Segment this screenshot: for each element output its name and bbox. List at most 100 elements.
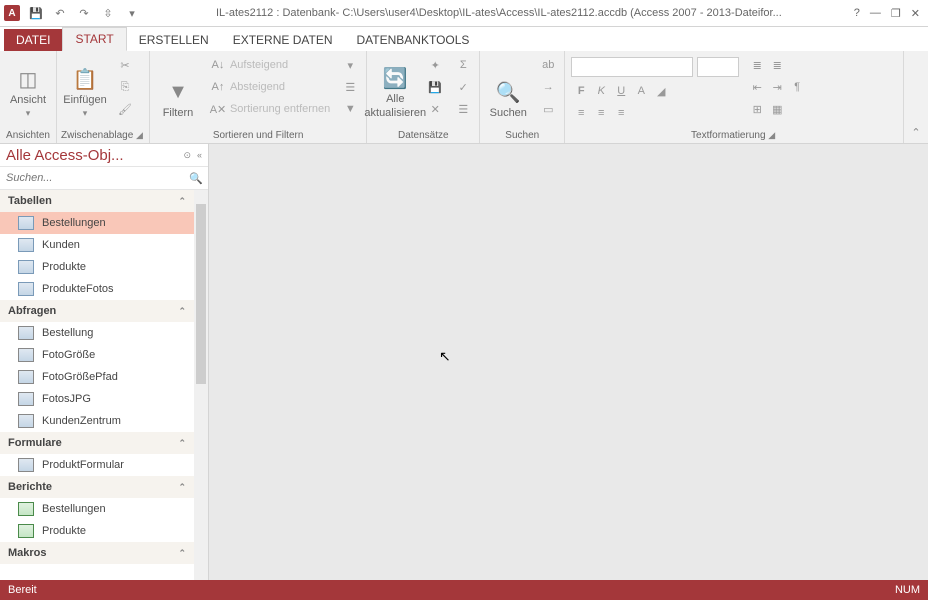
collapse-icon: ⌃ — [178, 548, 186, 559]
touch-mode-icon[interactable]: ⇳ — [100, 5, 116, 21]
toggle-filter-button[interactable]: ▼ — [338, 99, 362, 119]
font-size-combo[interactable] — [697, 57, 739, 77]
bold-icon[interactable]: F — [573, 83, 589, 99]
save-icon[interactable]: 💾 — [28, 5, 44, 21]
nav-item[interactable]: ProdukteFotos — [0, 278, 194, 300]
select-button[interactable]: ▭ — [536, 99, 560, 119]
object-icon — [18, 282, 34, 296]
suchen-button[interactable]: 🔍 Suchen — [484, 53, 532, 119]
alle-label: Alle — [386, 93, 404, 105]
more-records-button[interactable]: ☰ — [451, 99, 475, 119]
cut-button[interactable]: ✂ — [113, 55, 137, 75]
undo-icon[interactable]: ↶ — [52, 5, 68, 21]
restore-icon[interactable]: ❐ — [891, 7, 901, 20]
align-right-icon[interactable]: ≡ — [613, 105, 629, 121]
einfuegen-button[interactable]: 📋 Einfügen ▾ — [61, 53, 109, 119]
filtern-label: Filtern — [163, 107, 194, 119]
goto-button[interactable]: → — [536, 77, 560, 97]
group-label-datensaetze: Datensätze — [371, 128, 475, 143]
align-center-icon[interactable]: ≡ — [593, 105, 609, 121]
object-icon — [18, 502, 34, 516]
qat-dropdown-icon[interactable]: ▾ — [124, 5, 140, 21]
dialog-launcher-icon[interactable]: ◢ — [136, 130, 145, 140]
tab-file[interactable]: DATEI — [4, 29, 62, 51]
nav-item[interactable]: FotosJPG — [0, 388, 194, 410]
group-label-sortfilter: Sortieren und Filtern — [154, 128, 362, 143]
collapse-ribbon-button[interactable]: ⌃ — [904, 51, 928, 143]
nav-item[interactable]: ProduktFormular — [0, 454, 194, 476]
nav-category[interactable]: Abfragen⌃ — [0, 300, 194, 322]
totals-button[interactable]: Σ — [451, 55, 475, 75]
delete-record-button[interactable]: ✕ — [423, 99, 447, 119]
alt-row-color-icon[interactable]: ▦ — [769, 101, 785, 117]
group-zwischenablage: 📋 Einfügen ▾ ✂ ⎘ 🖌 Zwischenablage ◢ — [57, 51, 150, 143]
absteigend-button[interactable]: A↑Absteigend — [206, 77, 334, 97]
collapse-icon: ⌃ — [178, 482, 186, 493]
filtern-button[interactable]: ▼ Filtern — [154, 53, 202, 119]
aufsteigend-button[interactable]: A↓Aufsteigend — [206, 55, 334, 75]
status-bar: Bereit NUM — [0, 580, 928, 600]
nav-item[interactable]: FotoGrößePfad — [0, 366, 194, 388]
ltr-icon[interactable]: ¶ — [789, 79, 805, 95]
sortierung-entfernen-button[interactable]: A✕Sortierung entfernen — [206, 99, 334, 119]
fill-color-icon[interactable]: ◢ — [653, 83, 669, 99]
select-icon: ▭ — [540, 101, 556, 117]
font-color-icon[interactable]: A — [633, 83, 649, 99]
help-icon[interactable]: ? — [854, 7, 860, 20]
nav-scrollbar[interactable] — [194, 190, 208, 580]
navigation-pane: Alle Access-Obj... ⊙ « 🔍 Tabellen⌃Bestel… — [0, 144, 209, 580]
advanced-filter-button[interactable]: ☰ — [338, 77, 362, 97]
tab-externe-daten[interactable]: EXTERNE DATEN — [221, 29, 345, 51]
filter-advanced-icon: ☰ — [342, 79, 358, 95]
tab-start[interactable]: START — [62, 27, 126, 51]
nav-collapse-icon[interactable]: « — [197, 150, 202, 160]
nav-category[interactable]: Makros⌃ — [0, 542, 194, 564]
selection-filter-button[interactable]: ▾ — [338, 55, 362, 75]
spelling-button[interactable]: ✓ — [451, 77, 475, 97]
italic-icon[interactable]: K — [593, 83, 609, 99]
tab-datenbanktools[interactable]: DATENBANKTOOLS — [345, 29, 482, 51]
scrollbar-thumb[interactable] — [196, 204, 206, 384]
outdent-icon[interactable]: ⇤ — [749, 79, 765, 95]
nav-category[interactable]: Formulare⌃ — [0, 432, 194, 454]
object-icon — [18, 216, 34, 230]
alle-aktualisieren-button[interactable]: 🔄 Alle aktualisieren — [371, 53, 419, 119]
nav-header[interactable]: Alle Access-Obj... ⊙ « — [0, 144, 208, 167]
nav-item[interactable]: Bestellung — [0, 322, 194, 344]
tab-erstellen[interactable]: ERSTELLEN — [127, 29, 221, 51]
search-icon[interactable]: 🔍 — [188, 170, 204, 186]
save-record-button[interactable]: 💾 — [423, 77, 447, 97]
new-record-button[interactable]: ✦ — [423, 55, 447, 75]
nav-item[interactable]: KundenZentrum — [0, 410, 194, 432]
nav-item[interactable]: Kunden — [0, 234, 194, 256]
minimize-icon[interactable]: — — [870, 7, 881, 20]
ansicht-button[interactable]: ◫ Ansicht ▾ — [4, 53, 52, 119]
copy-button[interactable]: ⎘ — [113, 77, 137, 97]
dialog-launcher-icon[interactable]: ◢ — [768, 130, 777, 140]
brush-icon: 🖌 — [117, 101, 133, 117]
nav-category[interactable]: Tabellen⌃ — [0, 190, 194, 212]
gridlines-icon[interactable]: ⊞ — [749, 101, 765, 117]
nav-item[interactable]: Produkte — [0, 256, 194, 278]
underline-icon[interactable]: U — [613, 83, 629, 99]
replace-button[interactable]: ab — [536, 55, 560, 75]
nav-item[interactable]: FotoGröße — [0, 344, 194, 366]
nav-item[interactable]: Bestellungen — [0, 498, 194, 520]
redo-icon[interactable]: ↷ — [76, 5, 92, 21]
close-icon[interactable]: ✕ — [911, 7, 920, 20]
numbering-icon: ≣ — [769, 57, 785, 73]
nav-item[interactable]: Produkte — [0, 520, 194, 542]
filter-selection-icon: ▾ — [342, 57, 358, 73]
nav-dropdown-icon[interactable]: ⊙ — [183, 150, 191, 161]
search-input[interactable] — [0, 172, 188, 184]
format-painter-button[interactable]: 🖌 — [113, 99, 137, 119]
indent-icon[interactable]: ⇥ — [769, 79, 785, 95]
nav-item[interactable]: Bestellungen — [0, 212, 194, 234]
copy-icon: ⎘ — [117, 79, 133, 95]
delete-icon: ✕ — [427, 101, 443, 117]
bullets-button[interactable]: ≣≣ — [745, 55, 809, 75]
align-left-icon[interactable]: ≡ — [573, 105, 589, 121]
nav-item-label: ProdukteFotos — [42, 283, 114, 295]
font-name-combo[interactable] — [571, 57, 693, 77]
nav-category[interactable]: Berichte⌃ — [0, 476, 194, 498]
